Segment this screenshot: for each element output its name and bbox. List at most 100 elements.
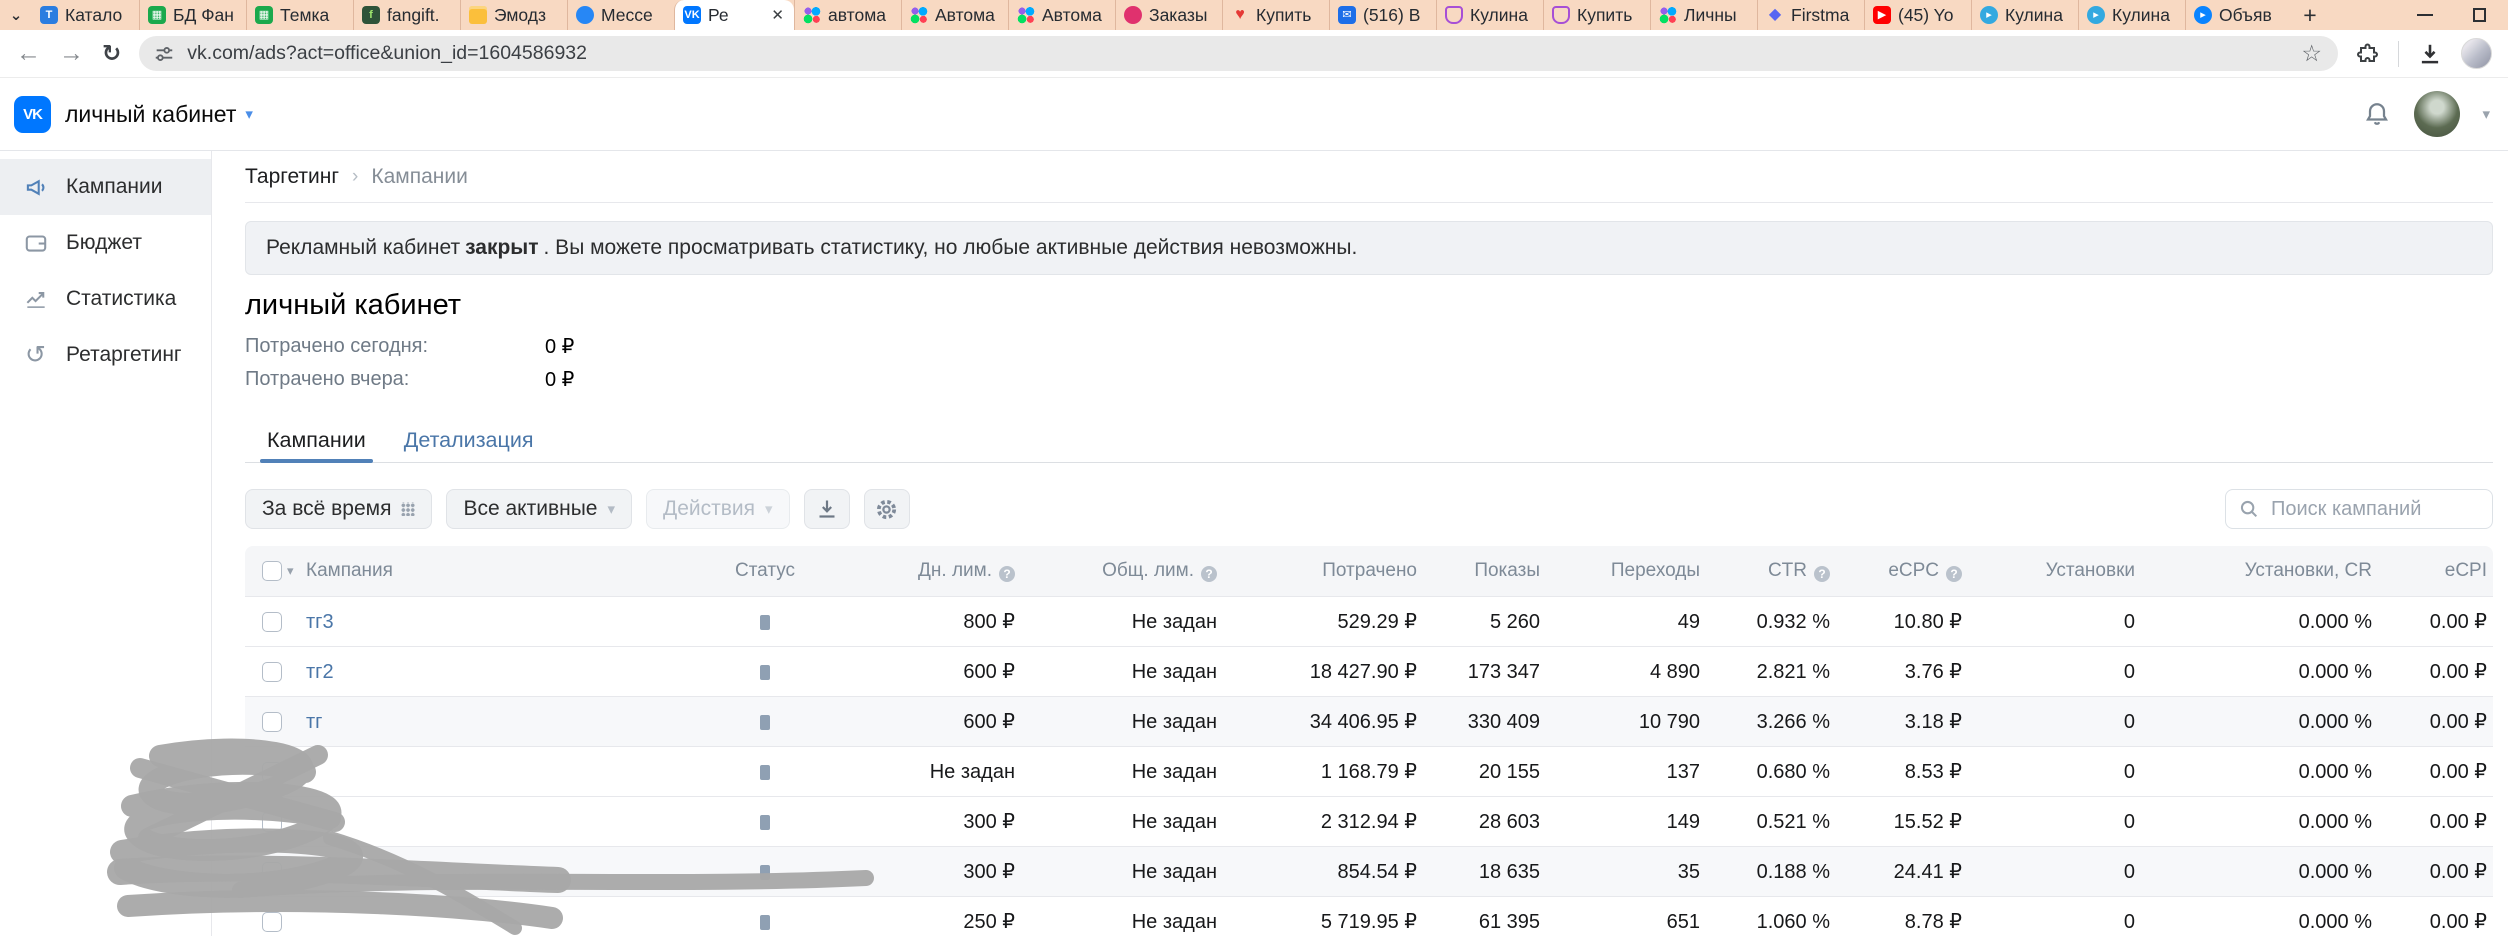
cell-total-limit: Не задан (1131, 611, 1217, 633)
tab-title: Автома (935, 4, 995, 25)
sidebar-item-statistics[interactable]: Статистика (0, 271, 211, 327)
search-input[interactable] (2269, 496, 2480, 522)
table-toolbar: За всё время Все активные ▾ Действия ▾ (245, 489, 2493, 529)
cell-total-limit: Не задан (1131, 911, 1217, 933)
tab-title: Личны (1684, 4, 1737, 25)
notifications-bell-icon[interactable] (2362, 99, 2392, 129)
column-installs: Установки (2045, 560, 2135, 581)
help-icon[interactable] (1201, 566, 1217, 582)
telegram-icon: ▸ (1980, 6, 1998, 24)
select-all-checkbox[interactable] (262, 561, 282, 581)
browser-tab[interactable]: Личны (1650, 0, 1757, 30)
browser-tab[interactable]: ▶ (45) Yo (1864, 0, 1971, 30)
row-checkbox[interactable] (262, 862, 282, 882)
user-avatar[interactable] (2414, 91, 2461, 137)
close-tab-icon[interactable]: ✕ (769, 6, 786, 24)
cabinet-switcher[interactable]: личный кабинет (65, 101, 236, 128)
row-checkbox[interactable] (262, 762, 282, 782)
cell-spent: 5 719.95 ₽ (1320, 911, 1417, 933)
browser-tab[interactable]: VK Ре ✕ (674, 0, 794, 30)
browser-tab[interactable]: ◆ Firstma (1757, 0, 1864, 30)
tab-title: автома (828, 4, 886, 25)
help-icon[interactable] (1814, 566, 1830, 582)
downloads-icon[interactable] (2417, 41, 2443, 67)
cell-impressions: 5 260 (1489, 611, 1540, 633)
browser-tab[interactable]: ▸ Объяв (2185, 0, 2292, 30)
browser-tab[interactable]: T Катало (32, 0, 139, 30)
chevron-down-icon[interactable]: ▾ (245, 105, 253, 123)
avito-icon (910, 6, 928, 24)
tab-detailing[interactable]: Детализация (404, 418, 534, 462)
avito-icon (1017, 6, 1035, 24)
browser-tab[interactable]: Автома (1008, 0, 1115, 30)
bookmark-star-icon[interactable]: ☆ (2301, 40, 2322, 67)
minimize-window-icon[interactable] (2417, 14, 2433, 16)
sidebar-item-retargeting[interactable]: ↺ Ретаргетинг (0, 327, 211, 383)
browser-tab[interactable]: ✉ (516) В (1329, 0, 1436, 30)
breadcrumb-chevron-icon: › (352, 165, 359, 187)
cell-impressions: 20 155 (1478, 761, 1540, 783)
row-checkbox[interactable] (262, 612, 282, 632)
maximize-window-icon[interactable] (2473, 8, 2486, 22)
row-checkbox[interactable] (262, 662, 282, 682)
tab-campaigns[interactable]: Кампании (260, 418, 373, 463)
browser-tab[interactable]: Автома (901, 0, 1008, 30)
export-button[interactable] (803, 489, 850, 529)
period-filter-button[interactable]: За всё время (245, 489, 433, 529)
column-spent: Потрачено (1322, 560, 1417, 581)
forward-button[interactable]: → (59, 41, 84, 66)
sidebar-item-campaigns[interactable]: Кампании (0, 159, 211, 215)
back-button[interactable]: ← (16, 41, 41, 66)
url-text[interactable]: vk.com/ads?act=office&union_id=160458693… (187, 42, 587, 65)
browser-tab[interactable]: f fangift. (353, 0, 460, 30)
row-checkbox[interactable] (262, 812, 282, 832)
tab-title: Автома (1042, 4, 1102, 25)
browser-tab[interactable]: Заказы (1115, 0, 1222, 30)
browser-profile-avatar[interactable] (2461, 38, 2492, 69)
cell-ecpc: 8.78 ₽ (1904, 911, 1962, 933)
browser-tab[interactable]: ♥ Купить (1222, 0, 1329, 30)
browser-tab[interactable]: Кулина (1436, 0, 1543, 30)
row-checkbox[interactable] (262, 712, 282, 732)
status-filter-dropdown[interactable]: Все активные ▾ (446, 489, 632, 529)
browser-tab[interactable]: автома (794, 0, 901, 30)
campaign-name-link[interactable]: тг3 (306, 597, 334, 647)
table-settings-button[interactable] (863, 489, 910, 529)
cell-ecpi: 0.00 ₽ (2429, 811, 2487, 833)
browser-tab[interactable]: ▸ Кулина (2078, 0, 2185, 30)
cell-installs-cr: 0.000 % (2298, 911, 2372, 933)
browser-tab[interactable]: ▦ Темка (246, 0, 353, 30)
sidebar-item-budget[interactable]: Бюджет (0, 215, 211, 271)
column-installs-cr: Установки, CR (2244, 560, 2372, 581)
site-info-icon[interactable] (153, 43, 175, 65)
ads-app-icon: ▸ (2194, 6, 2212, 24)
cell-clicks: 4 890 (1649, 661, 1700, 683)
row-checkbox[interactable] (262, 912, 282, 932)
cell-spent: 529.29 ₽ (1337, 611, 1417, 633)
browser-tab[interactable]: Эмодз (460, 0, 567, 30)
browser-tab[interactable]: ▸ Кулина (1971, 0, 2078, 30)
cell-ecpc: 8.53 ₽ (1904, 761, 1962, 783)
browser-tab[interactable]: ▦ БД Фан (139, 0, 246, 30)
tab-title: Купить (1256, 4, 1312, 25)
breadcrumb-targeting[interactable]: Таргетинг (245, 165, 339, 189)
tab-title: Кулина (2005, 4, 2063, 25)
vk-messenger-icon (576, 6, 594, 24)
extensions-icon[interactable] (2356, 42, 2380, 66)
campaign-name-link[interactable]: тг2 (306, 647, 334, 697)
browser-tab[interactable]: Купить (1543, 0, 1650, 30)
screen: ⌄ T Катало ▦ БД Фан ▦ Темка f fangift. Э… (0, 0, 2508, 936)
mail-icon: ✉ (1338, 6, 1356, 24)
campaign-search[interactable] (2225, 489, 2493, 529)
vk-logo[interactable]: VK (14, 95, 51, 133)
help-icon[interactable] (1946, 566, 1962, 582)
new-tab-button[interactable]: + (2292, 0, 2328, 30)
column-campaign[interactable]: Кампания (306, 546, 393, 596)
profile-chevron-icon[interactable]: ▾ (2482, 105, 2490, 123)
reload-button[interactable]: ↻ (102, 42, 121, 65)
browser-tab[interactable]: Мессе (567, 0, 674, 30)
campaign-name-link[interactable]: тг (306, 697, 322, 747)
help-icon[interactable] (999, 566, 1015, 582)
tab-list-chevron-icon[interactable]: ⌄ (0, 0, 32, 30)
address-bar[interactable]: vk.com/ads?act=office&union_id=160458693… (139, 36, 2338, 71)
